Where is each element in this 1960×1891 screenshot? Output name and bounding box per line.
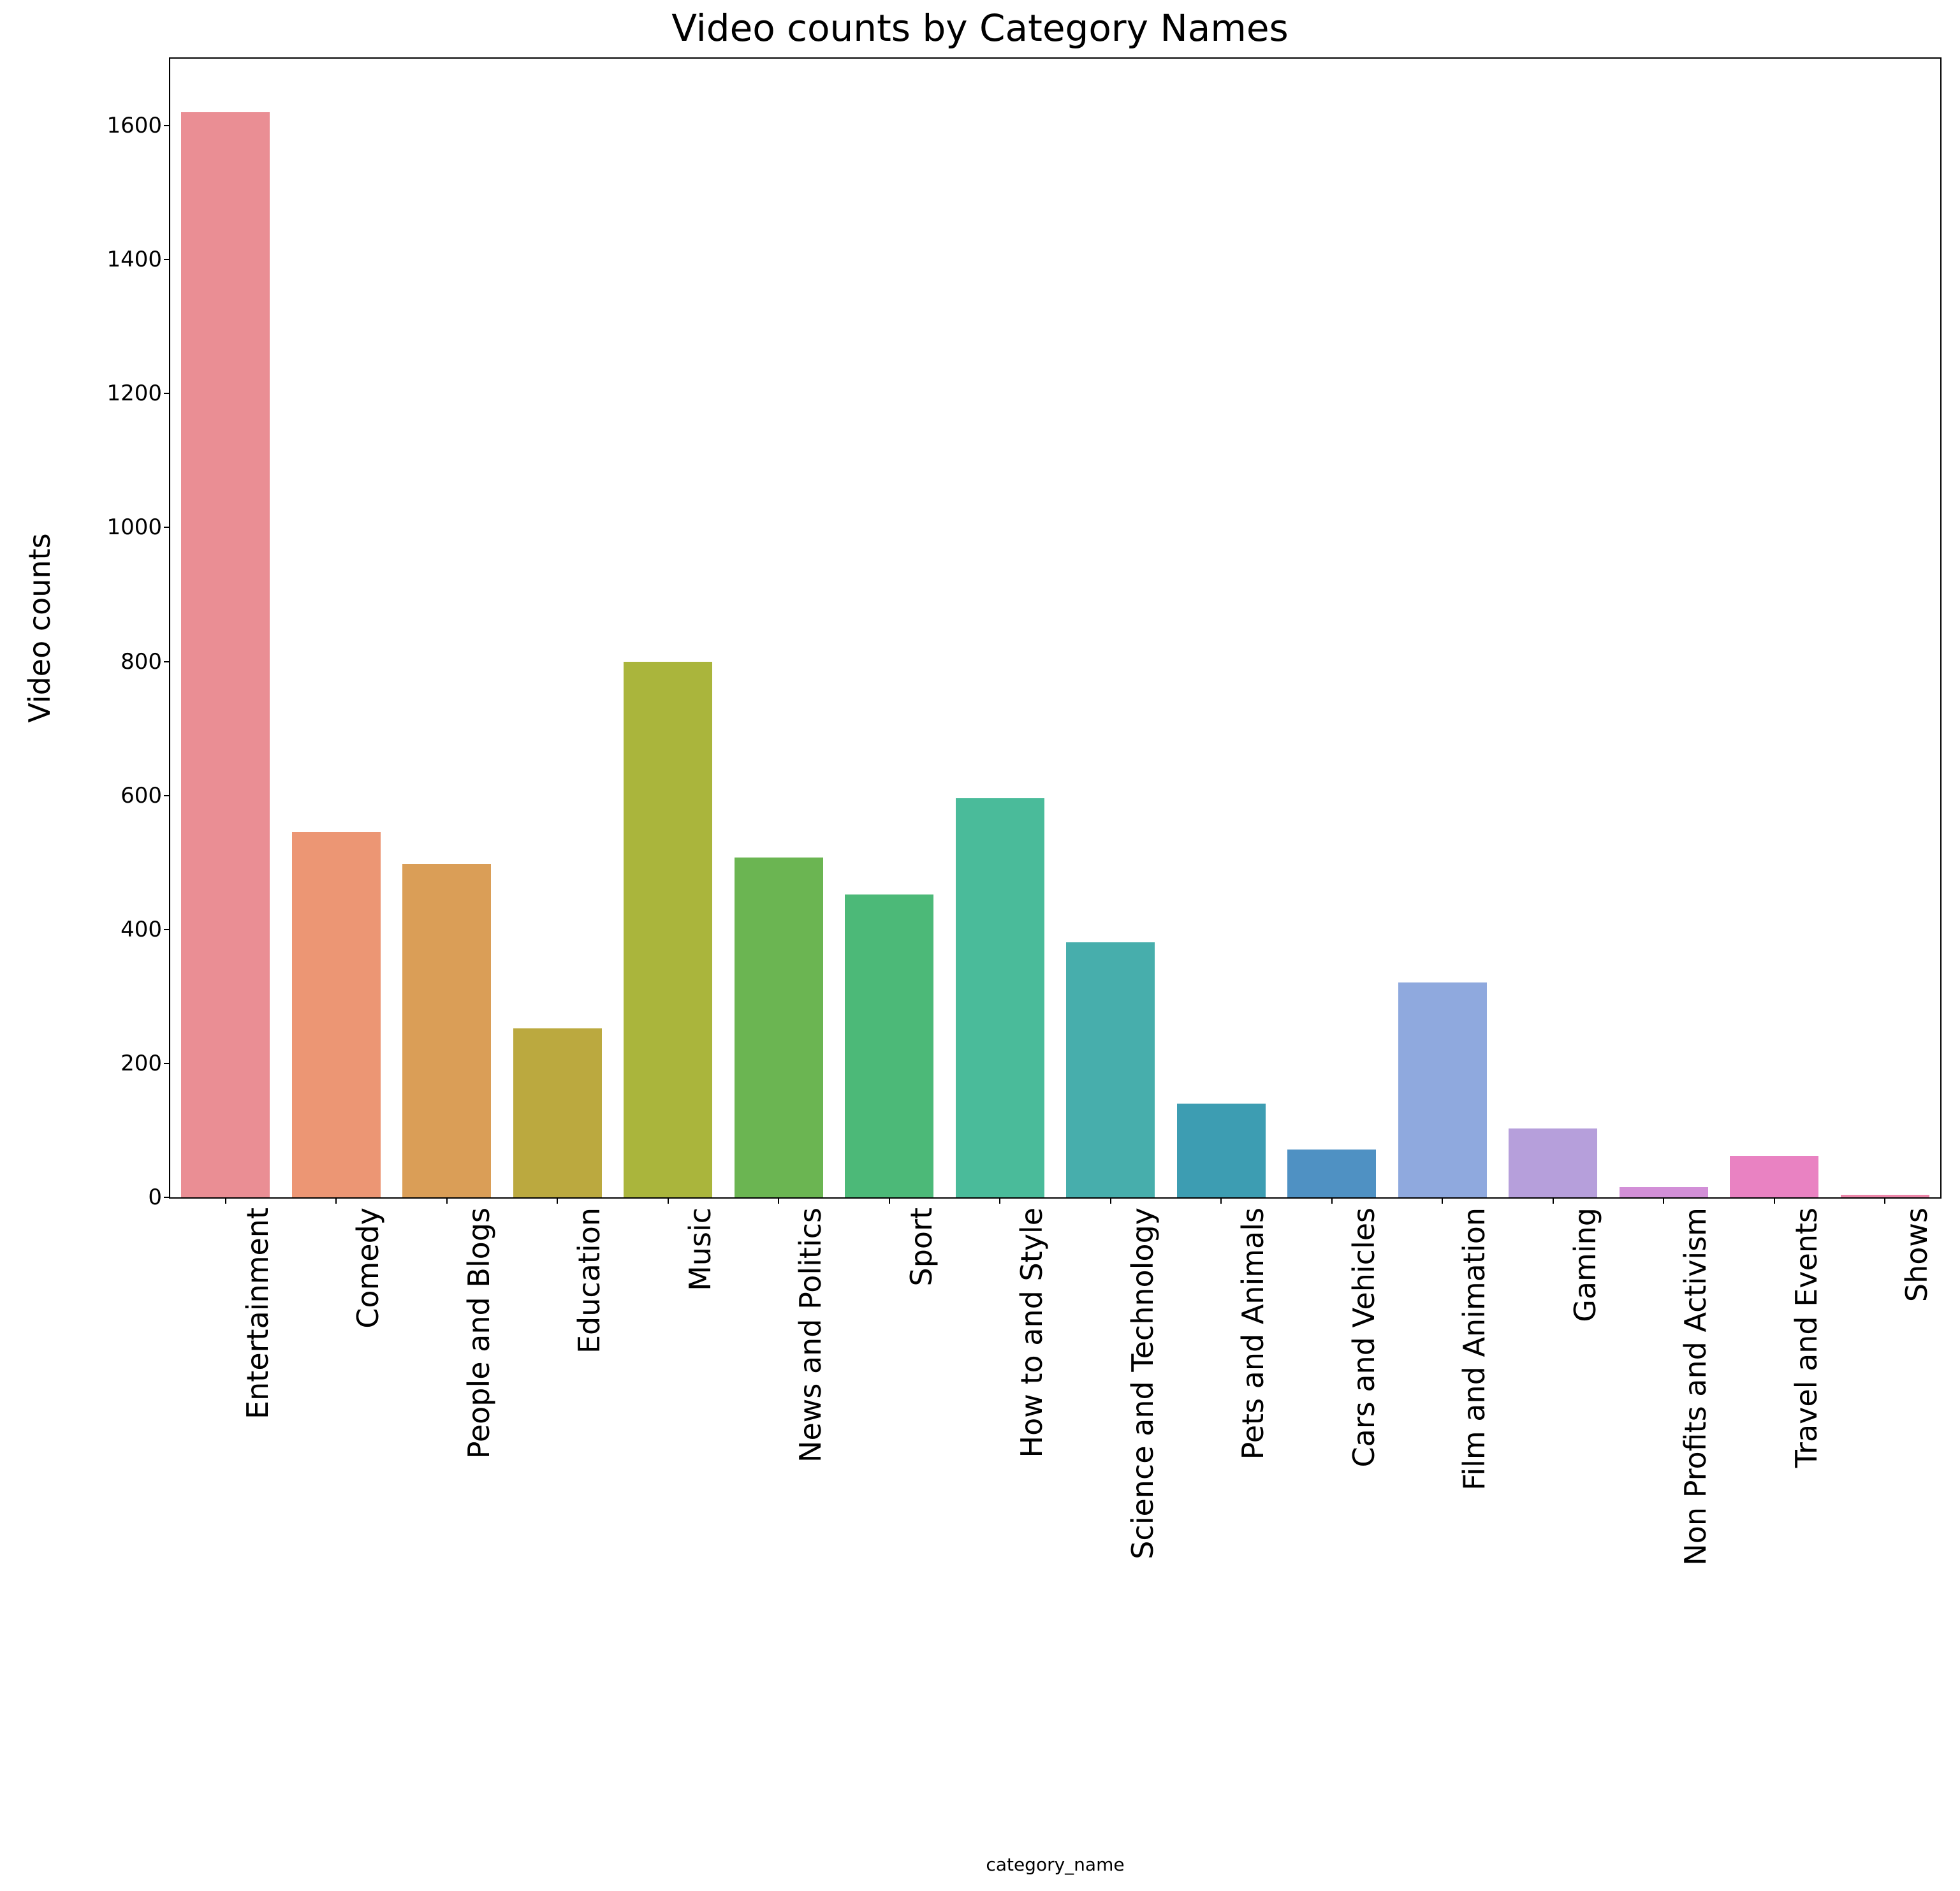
bar	[1398, 982, 1487, 1197]
ytick-label: 600	[34, 783, 162, 808]
xtick-mark	[1110, 1197, 1111, 1204]
xtick-mark	[778, 1197, 779, 1204]
bar	[1620, 1187, 1708, 1197]
bar	[1177, 1104, 1266, 1197]
xtick-label: Pets and Animals	[1236, 1208, 1270, 1845]
ytick-label: 1200	[34, 381, 162, 406]
xtick-mark	[889, 1197, 890, 1204]
xtick-mark	[225, 1197, 226, 1204]
xtick-label: Gaming	[1568, 1208, 1602, 1845]
ytick-mark	[164, 795, 170, 796]
bar	[624, 662, 712, 1197]
bar	[735, 858, 823, 1197]
ytick-mark	[164, 929, 170, 930]
bar	[1066, 942, 1155, 1197]
ytick-mark	[164, 527, 170, 528]
ytick-label: 1400	[34, 247, 162, 272]
xtick-mark	[999, 1197, 1000, 1204]
xtick-label: News and Politics	[793, 1208, 828, 1845]
bar	[513, 1028, 602, 1197]
xtick-mark	[1884, 1197, 1885, 1204]
ytick-mark	[164, 661, 170, 662]
ytick-label: 400	[34, 917, 162, 942]
ytick-label: 0	[34, 1185, 162, 1210]
xtick-mark	[1442, 1197, 1443, 1204]
xtick-label: Education	[572, 1208, 606, 1845]
plot-area	[169, 57, 1942, 1199]
xtick-mark	[446, 1197, 448, 1204]
xtick-mark	[1774, 1197, 1775, 1204]
xtick-mark	[1220, 1197, 1222, 1204]
ytick-label: 1600	[34, 113, 162, 138]
bar	[181, 112, 270, 1197]
xtick-mark	[335, 1197, 337, 1204]
xtick-mark	[1663, 1197, 1664, 1204]
bar	[1509, 1128, 1597, 1197]
xtick-label: Science and Technology	[1125, 1208, 1160, 1845]
ytick-label: 1000	[34, 515, 162, 540]
xtick-label: Film and Animation	[1457, 1208, 1491, 1845]
chart-figure: Video counts by Category Names Video cou…	[0, 0, 1960, 1891]
xtick-label: Entertainment	[240, 1208, 275, 1845]
bar	[1287, 1150, 1376, 1197]
y-axis-label: Video counts	[22, 57, 61, 1199]
xtick-label: How to and Style	[1014, 1208, 1049, 1845]
chart-title: Video counts by Category Names	[0, 6, 1960, 50]
bar	[1730, 1156, 1818, 1197]
xtick-label: People and Blogs	[462, 1208, 496, 1845]
xtick-label: Sport	[904, 1208, 939, 1845]
xtick-label: Shows	[1899, 1208, 1934, 1845]
ytick-mark	[164, 1197, 170, 1198]
ytick-mark	[164, 1063, 170, 1064]
ytick-label: 800	[34, 649, 162, 675]
xtick-label: Non Profits and Activism	[1678, 1208, 1713, 1845]
bar	[956, 798, 1044, 1197]
xtick-label: Comedy	[351, 1208, 385, 1845]
ytick-mark	[164, 125, 170, 126]
bar	[292, 832, 381, 1197]
ytick-label: 200	[34, 1051, 162, 1076]
ytick-mark	[164, 259, 170, 260]
x-axis-label: category_name	[169, 1854, 1942, 1875]
xtick-mark	[1331, 1197, 1333, 1204]
bar	[402, 864, 491, 1197]
xtick-label: Travel and Events	[1789, 1208, 1824, 1845]
ytick-mark	[164, 393, 170, 394]
xtick-mark	[557, 1197, 558, 1204]
xtick-mark	[668, 1197, 669, 1204]
xtick-label: Cars and Vehicles	[1347, 1208, 1381, 1845]
bar	[845, 894, 933, 1197]
xtick-mark	[1553, 1197, 1554, 1204]
xtick-label: Music	[683, 1208, 717, 1845]
